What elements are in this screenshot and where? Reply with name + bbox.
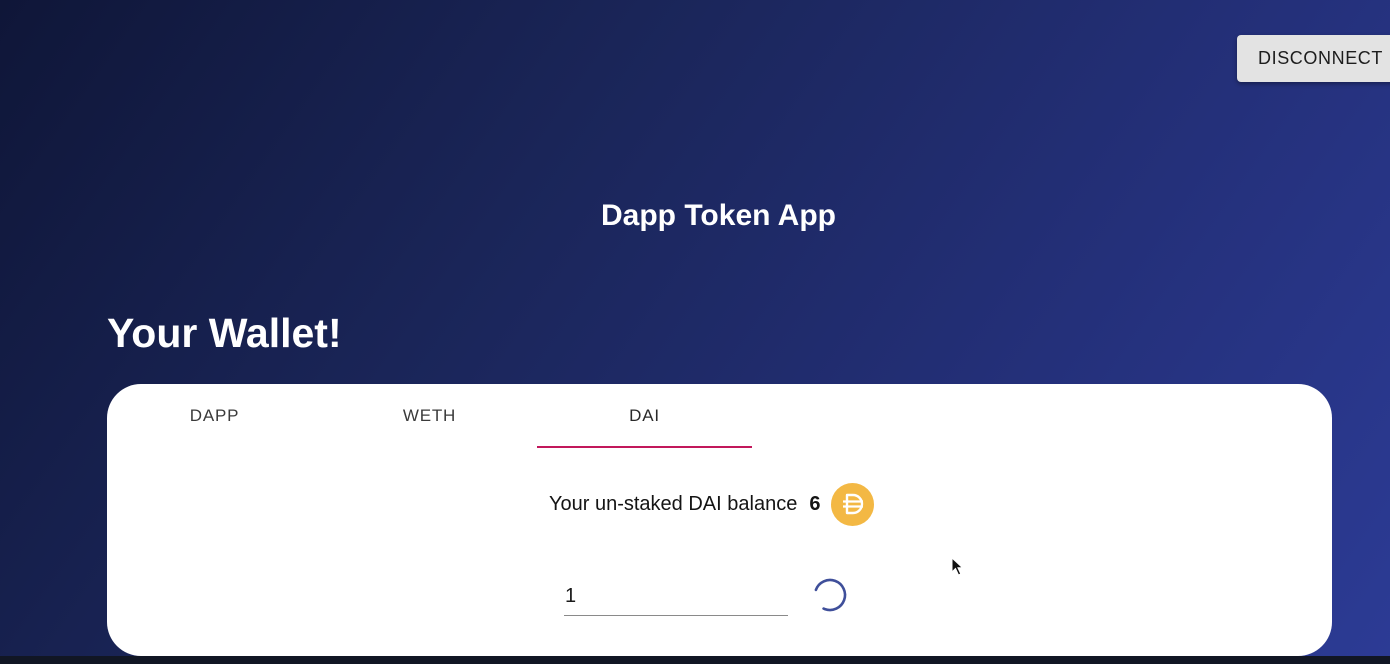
app-title: Dapp Token App: [601, 199, 836, 232]
bottom-strip: [0, 656, 1390, 664]
tab-dai[interactable]: DAI: [537, 384, 752, 448]
wallet-card: DAPP WETH DAI Your un-staked DAI balance…: [107, 384, 1332, 656]
dai-token-icon: [831, 482, 875, 526]
mouse-cursor-icon: [951, 557, 964, 576]
balance-label: Your un-staked DAI balance: [549, 492, 798, 515]
balance-row: Your un-staked DAI balance 6: [549, 482, 875, 526]
tab-dapp[interactable]: DAPP: [107, 384, 322, 448]
wallet-title: Your Wallet!: [107, 310, 342, 356]
tab-weth[interactable]: WETH: [322, 384, 537, 448]
disconnect-button[interactable]: DISCONNECT: [1237, 35, 1390, 82]
loading-spinner-icon: [813, 578, 847, 612]
token-tabs: DAPP WETH DAI: [107, 384, 752, 448]
balance-value: 6: [809, 492, 821, 515]
stake-amount-input[interactable]: [564, 578, 788, 616]
